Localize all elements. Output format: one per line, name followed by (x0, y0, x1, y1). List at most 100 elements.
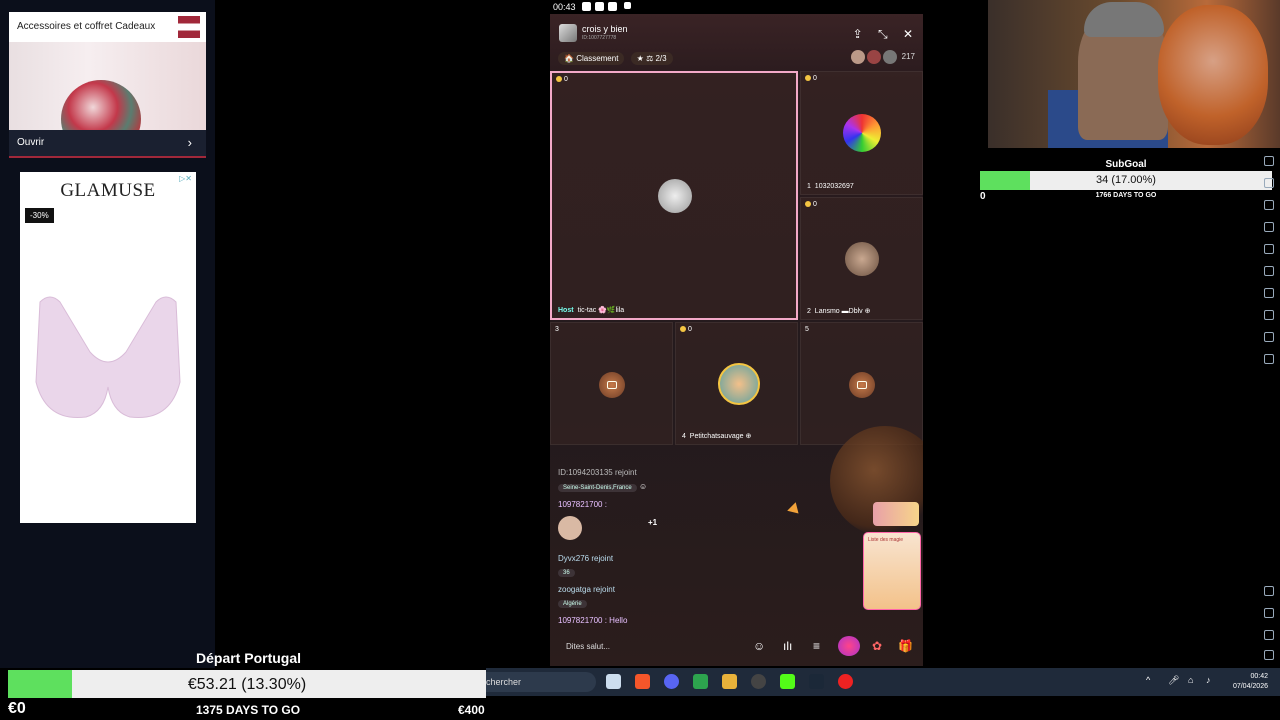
minimize-icon[interactable]: ⤡ (878, 27, 888, 41)
menu-icon[interactable]: ≡ (813, 639, 820, 653)
seat-number: 3 (555, 326, 559, 333)
ad-glamuse[interactable]: GLAMUSE ▷✕ -30% (20, 172, 196, 523)
tool-icon[interactable] (1264, 288, 1274, 298)
ad-title: Accessoires et coffret Cadeaux (17, 21, 156, 32)
tool-icon[interactable] (1264, 222, 1274, 232)
obs-icon[interactable] (751, 674, 766, 689)
share-icon[interactable]: ⇪ (853, 27, 863, 41)
tool-icon[interactable] (1264, 310, 1274, 320)
tool-icon[interactable] (1264, 266, 1274, 276)
viewers[interactable]: 217 (851, 50, 915, 64)
location-tag: Algérie (558, 600, 587, 608)
bra-image (35, 296, 181, 419)
chat-message: Dyvx276 rejoint (558, 554, 614, 563)
donation-goal-title: Départ Portugal (196, 650, 302, 666)
chat-message: ID:1094203135 rejoint (558, 468, 637, 477)
seat-coins: 0 (680, 326, 692, 333)
kick-icon[interactable] (780, 674, 795, 689)
seat-host[interactable]: 0 Host tic-tac 🌸🌿lila (550, 71, 798, 320)
network-icon[interactable]: ⌂ (1188, 675, 1193, 685)
ad-cta-label: Ouvrir (17, 137, 45, 148)
seat-3-locked[interactable]: 3 (550, 322, 673, 445)
taskbar: chercher ^ 🎤︎ ⌂ ♪ 00:42 07/04/2026 (486, 668, 1280, 696)
ranking-button[interactable]: 🏠 Classement (558, 52, 625, 65)
tool-icon[interactable] (1264, 244, 1274, 254)
close-icon[interactable]: ✕ (903, 27, 913, 41)
task-view-icon[interactable] (606, 674, 621, 689)
sticker-image (558, 516, 582, 540)
tool-icon[interactable] (1264, 178, 1274, 188)
youtube-icon[interactable] (838, 674, 853, 689)
mouse-cursor-icon (787, 502, 803, 518)
notification-icon (608, 2, 617, 11)
room-avatar[interactable] (559, 24, 577, 42)
ad-discount-badge: -30% (25, 208, 54, 223)
tool-icon[interactable] (1264, 354, 1274, 364)
viewer-avatar (883, 50, 898, 64)
notification-icon (624, 2, 631, 9)
chat-input[interactable]: Dites salut... (566, 642, 610, 651)
seat-name: 1 1032032697 (807, 183, 854, 190)
subgoal-progress-text: 34 (17.00%) (1096, 174, 1156, 186)
room-id: ID:1007727778 (582, 35, 617, 41)
recent-apps-icon[interactable] (1264, 650, 1274, 660)
seat-coins: 0 (805, 75, 817, 82)
lock-icon (849, 372, 875, 398)
seat-name: Host tic-tac 🌸🌿lila (558, 307, 625, 314)
tool-icon[interactable] (1264, 200, 1274, 210)
avatar (718, 363, 760, 405)
counter-badge[interactable]: ★ ⚖ 2/3 (630, 52, 673, 65)
phone-screen: crois y bien ID:1007727778 ⇪ ⤡ ✕ 🏠 Class… (550, 14, 923, 666)
seat-5-locked[interactable]: 5 (800, 322, 923, 445)
ad-info-icon[interactable]: ▷✕ (179, 174, 192, 183)
tool-icon[interactable] (1264, 156, 1274, 166)
webcam-feed (988, 0, 1280, 148)
viewer-count: 217 (901, 52, 915, 62)
clock-date: 07/04/2026 (1232, 683, 1268, 690)
steam-icon[interactable] (809, 674, 824, 689)
seat-1[interactable]: 0 1 1032032697 (800, 71, 923, 195)
discord-icon[interactable] (664, 674, 679, 689)
back-icon[interactable] (1264, 608, 1274, 618)
seat-coins: 0 (556, 76, 568, 83)
tool-icon[interactable] (1264, 332, 1274, 342)
magic-list-card[interactable]: Liste des magie (863, 532, 921, 610)
emoji-icon[interactable]: ☺ (753, 639, 765, 653)
microphone-icon[interactable]: 🎤︎ (1168, 675, 1179, 686)
volume-icon[interactable]: ♪ (1206, 675, 1211, 685)
seat-2[interactable]: 0 2 Lansmo ▬Dblv ⊕ (800, 197, 923, 320)
ad-cta-bar[interactable]: Ouvrir › (9, 130, 206, 158)
app-icon[interactable] (722, 674, 737, 689)
seat-4[interactable]: 0 4 Petitchatsauvage ⊕ (675, 322, 798, 445)
rose-icon[interactable]: ✿ (872, 639, 882, 653)
notification-icon (582, 2, 591, 11)
gift-icon[interactable]: 🎁 (898, 639, 913, 653)
chat-message: 1097821700 : (558, 500, 607, 509)
magic-list-label: Liste des magie (868, 537, 904, 543)
clock-time: 00:42 (1250, 673, 1268, 680)
ranking-label: Classement (576, 54, 619, 63)
brave-icon[interactable] (635, 674, 650, 689)
status-time: 00:43 (553, 2, 576, 12)
subgoal-title: SubGoal (1105, 159, 1147, 170)
voice-icon[interactable]: ılı (783, 639, 792, 653)
room-title: crois y bien (582, 24, 628, 34)
level-tag: 36 (558, 569, 575, 577)
pk-gift-button[interactable] (873, 502, 919, 526)
lock-icon (599, 372, 625, 398)
taskbar-search-placeholder: chercher (486, 677, 522, 687)
game-icon[interactable] (838, 636, 860, 656)
ad-brand: GLAMUSE (60, 180, 156, 201)
ad-image (9, 42, 206, 158)
avatar (845, 242, 879, 276)
phone-status-bar: 00:43 (550, 0, 923, 14)
chevron-up-icon[interactable]: ^ (1146, 675, 1150, 685)
avatar (843, 114, 881, 152)
ad-gift-box[interactable]: Accessoires et coffret Cadeaux Ouvrir › (9, 12, 206, 158)
taskbar-search[interactable]: chercher (486, 672, 596, 692)
app-icon[interactable] (693, 674, 708, 689)
settings-icon[interactable] (1264, 586, 1274, 596)
home-icon[interactable] (1264, 630, 1274, 640)
seat-name: 2 Lansmo ▬Dblv ⊕ (807, 308, 871, 315)
taskbar-clock[interactable]: 00:42 07/04/2026 (1233, 672, 1268, 692)
